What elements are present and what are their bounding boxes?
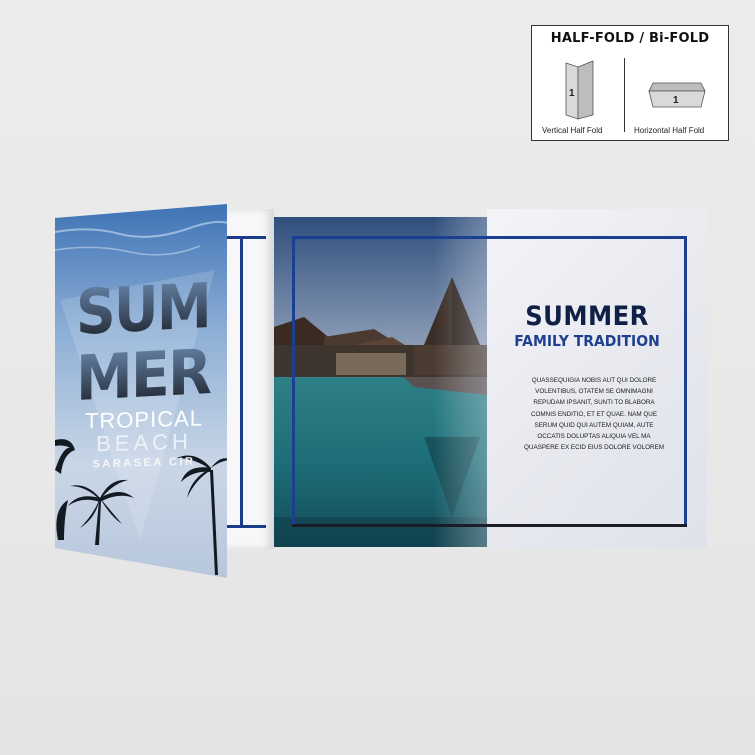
resort-pool-photo xyxy=(274,217,487,547)
cover-subtitle-beach: BEACH xyxy=(96,428,192,457)
legend-title: HALF-FOLD / Bi-FOLD xyxy=(550,31,710,46)
horizontal-fold-number: 1 xyxy=(673,95,679,106)
vertical-fold-caption: Vertical Half Fold xyxy=(542,126,603,135)
horizontal-fold-caption: Horizontal Half Fold xyxy=(634,126,705,135)
legend-divider xyxy=(624,58,625,132)
brochure-inner-spread: SUMMER FAMILY TRADITION QUASSEQUIGIA NOB… xyxy=(222,209,707,549)
fold-legend: HALF-FOLD / Bi-FOLD 1 1 Vertical Half Fo… xyxy=(531,25,729,141)
frame-bottom-line xyxy=(292,524,687,527)
horizontal-half-fold-icon: 1 xyxy=(648,82,706,108)
frame-right-line xyxy=(684,236,687,526)
frame-top-line xyxy=(292,236,686,239)
inner-left-strip xyxy=(222,209,274,549)
vertical-half-fold-icon: 1 xyxy=(565,60,594,120)
cover-headline-line1: SUM xyxy=(76,269,210,349)
inner-title: SUMMER xyxy=(525,301,649,332)
inner-text-panel: SUMMER FAMILY TRADITION QUASSEQUIGIA NOB… xyxy=(487,209,707,549)
inner-subtitle: FAMILY TRADITION xyxy=(514,332,660,350)
frame-left-line xyxy=(292,236,295,526)
vertical-fold-number: 1 xyxy=(569,88,575,99)
cover-headline-line2: MER xyxy=(76,335,211,415)
inner-body-copy: QUASSEQUIGIA NOBIS AUT QUI DOLORE VOLENT… xyxy=(524,377,664,452)
